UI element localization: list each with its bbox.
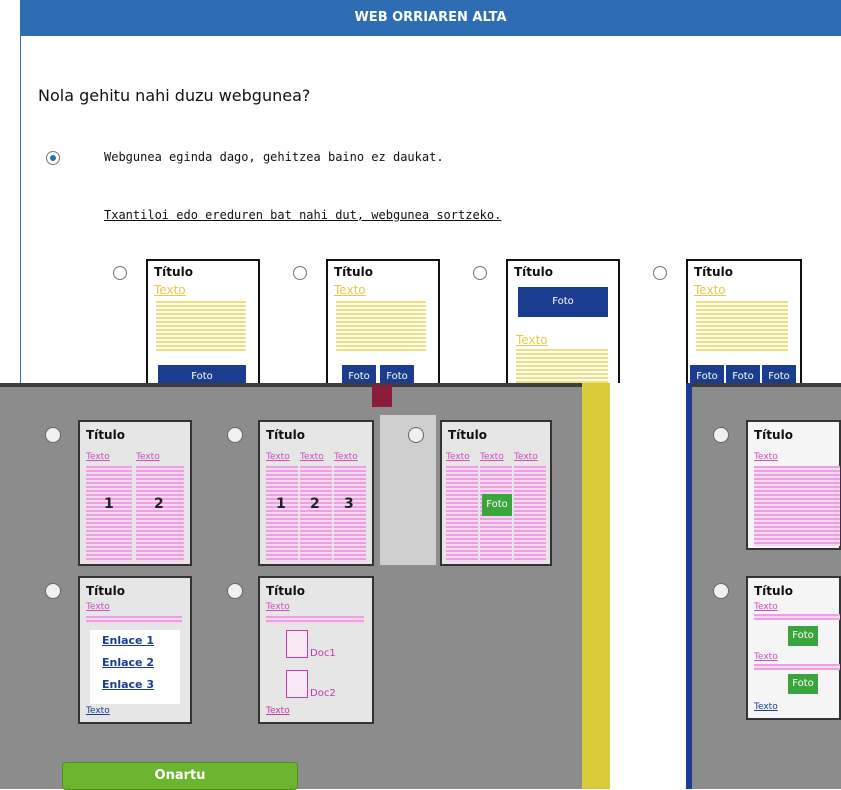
card-title: Título <box>514 265 553 279</box>
card-title: Título <box>448 428 487 442</box>
sample-link: Enlace 3 <box>102 678 155 691</box>
template-card-docs[interactable]: Título Texto Doc1 Doc2 Texto <box>258 576 374 724</box>
radio-template-8[interactable] <box>713 427 729 443</box>
card-title: Título <box>334 265 373 279</box>
card-title: Título <box>86 584 125 598</box>
question-heading: Nola gehitu nahi duzu webgunea? <box>38 86 311 105</box>
col-number: 2 <box>310 496 320 512</box>
col-text: Texto <box>266 452 290 462</box>
card-text: Texto <box>516 333 548 347</box>
template-card-links[interactable]: Título Texto Enlace 1 Enlace 2 Enlace 3 … <box>78 576 192 724</box>
foto-block: Foto <box>518 287 608 317</box>
col-text: Texto <box>514 452 538 462</box>
card-text: Texto <box>694 283 726 297</box>
template-link[interactable]: Txantiloi edo ereduren bat nahi dut, web… <box>104 208 501 222</box>
template-card-1col[interactable]: Título Texto <box>746 420 841 550</box>
page-header: WEB ORRIAREN ALTA <box>20 0 841 36</box>
text-lines <box>86 466 132 562</box>
template-card-1[interactable]: Título Texto Foto <box>146 259 260 389</box>
doc-label: Doc1 <box>310 648 336 659</box>
text-lines <box>266 466 298 562</box>
card-title: Título <box>754 584 793 598</box>
text-lines <box>696 301 788 353</box>
text-lines <box>334 466 366 562</box>
white-gap <box>610 383 686 789</box>
template-card-3col-foto[interactable]: Título Texto Texto Texto Foto <box>440 420 552 566</box>
sample-link: Enlace 1 <box>102 634 155 647</box>
option-existing-label: Webgunea eginda dago, gehitzea baino ez … <box>104 150 444 164</box>
template-card-2col[interactable]: Título Texto Texto 1 2 <box>78 420 192 566</box>
radio-template-6[interactable] <box>227 427 243 443</box>
card-text: Texto <box>266 602 290 612</box>
template-card-fotos[interactable]: Título Texto Foto Texto Foto Texto <box>746 576 841 720</box>
panel-divider <box>0 383 841 387</box>
col-text: Texto <box>334 452 358 462</box>
col-text: Texto <box>754 452 778 462</box>
text-lines <box>336 301 426 353</box>
card-text: Texto <box>754 602 778 612</box>
radio-template-4[interactable] <box>653 266 667 280</box>
doc-label: Doc2 <box>310 688 336 699</box>
yellow-bar <box>582 383 610 789</box>
template-card-4[interactable]: Título Texto Foto Foto Foto <box>686 259 802 389</box>
footer-text: Texto <box>86 706 110 716</box>
col-number: 1 <box>104 496 114 512</box>
footer-text: Texto <box>754 702 778 712</box>
foto-block: Foto <box>482 494 512 516</box>
template-card-3col[interactable]: Título Texto Texto Texto 1 2 3 <box>258 420 374 566</box>
card-text: Texto <box>754 652 778 662</box>
col-number: 2 <box>154 496 164 512</box>
card-title: Título <box>154 265 193 279</box>
col-text: Texto <box>480 452 504 462</box>
radio-existing-site[interactable] <box>46 151 60 165</box>
text-lines <box>300 466 332 562</box>
col-text: Texto <box>86 452 110 462</box>
footer-text: Texto <box>266 706 290 716</box>
card-title: Título <box>754 428 793 442</box>
col-text: Texto <box>446 452 470 462</box>
col-number: 1 <box>276 496 286 512</box>
card-text: Texto <box>334 283 366 297</box>
sample-link: Enlace 2 <box>102 656 155 669</box>
frame-border <box>20 36 21 386</box>
radio-template-7[interactable] <box>408 427 424 443</box>
radio-template-3[interactable] <box>473 266 487 280</box>
radio-template-5[interactable] <box>45 427 61 443</box>
maroon-block <box>372 385 392 407</box>
text-lines <box>754 614 840 620</box>
card-title: Título <box>86 428 125 442</box>
text-lines <box>136 466 184 562</box>
foto-block: Foto <box>788 626 818 646</box>
template-card-3[interactable]: Título Foto Texto <box>506 259 620 389</box>
radio-template-11[interactable] <box>713 583 729 599</box>
card-title: Título <box>694 265 733 279</box>
radio-template-9[interactable] <box>45 583 61 599</box>
card-title: Título <box>266 428 305 442</box>
card-text: Texto <box>154 283 186 297</box>
card-text: Texto <box>86 602 110 612</box>
accept-button[interactable]: Onartu <box>62 762 298 790</box>
text-lines <box>754 466 840 546</box>
col-text: Texto <box>300 452 324 462</box>
text-lines <box>514 466 546 562</box>
text-lines <box>86 616 182 624</box>
template-card-2[interactable]: Título Texto Foto Foto <box>326 259 440 389</box>
text-lines <box>266 616 364 624</box>
text-lines <box>754 664 840 670</box>
radio-template-10[interactable] <box>227 583 243 599</box>
radio-template-1[interactable] <box>113 266 127 280</box>
col-text: Texto <box>136 452 160 462</box>
blue-bar <box>686 383 692 789</box>
col-number: 3 <box>344 496 354 512</box>
foto-block: Foto <box>788 674 818 694</box>
radio-template-2[interactable] <box>293 266 307 280</box>
document-icon <box>286 630 308 658</box>
text-lines <box>516 349 608 387</box>
text-lines <box>446 466 478 562</box>
card-title: Título <box>266 584 305 598</box>
document-icon <box>286 670 308 698</box>
text-lines <box>156 301 246 353</box>
